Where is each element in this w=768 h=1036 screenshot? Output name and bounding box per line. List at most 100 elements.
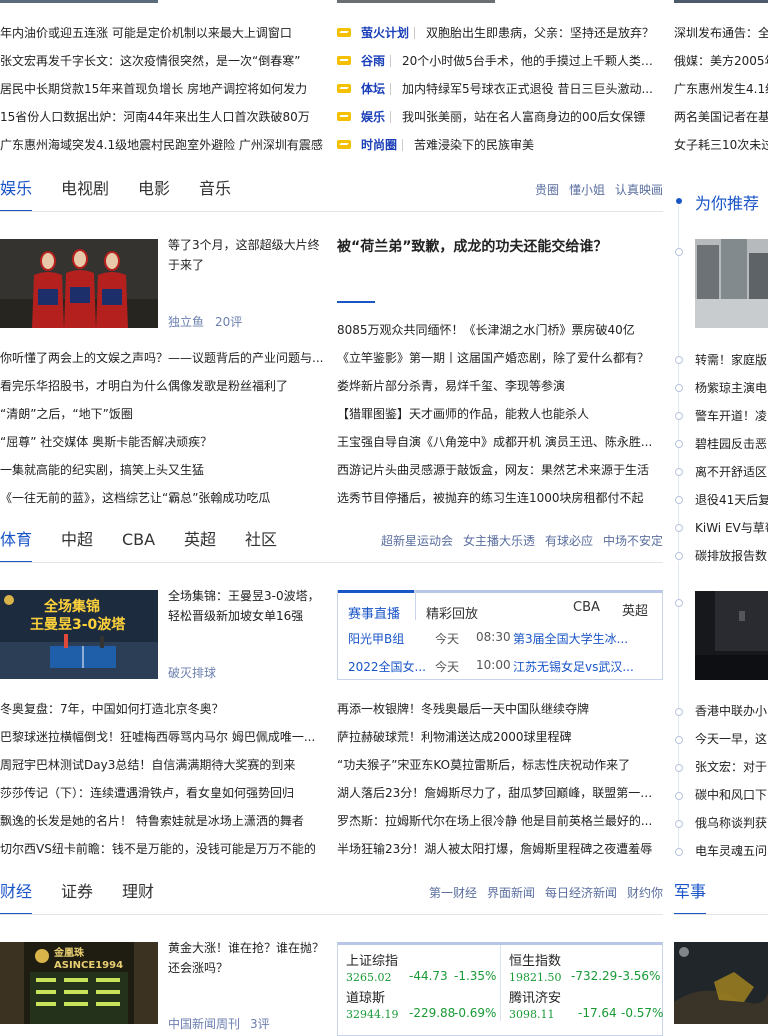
news-item[interactable]: 我叫张美丽，站在名人富商身边的00后女保镖 xyxy=(402,110,658,124)
news-item[interactable]: 罗杰斯：拉姆斯代尔在场上很冷静 他是目前英格兰最好的... xyxy=(337,814,655,828)
news-item[interactable]: “功夫猴子”宋亚东KO莫拉雷斯后，标志性庆祝动作来了 xyxy=(337,758,662,772)
link-renzhen-yinghua[interactable]: 认真映画 xyxy=(615,183,663,197)
news-item[interactable]: 广东惠州发生4.1级 xyxy=(674,82,768,96)
featured-image-gold-store[interactable]: 金凰珠 ASINCE1994 xyxy=(0,942,158,1024)
news-item[interactable]: 两名美国记者在基 xyxy=(674,110,768,124)
link-female-host-lottery[interactable]: 女主播大乐透 xyxy=(463,534,535,548)
link-yicai[interactable]: 第一财经 xyxy=(429,886,477,900)
news-tag[interactable]: 娱乐 xyxy=(361,110,385,124)
tab-music[interactable]: 音乐 xyxy=(199,179,231,199)
news-item[interactable]: 【猎罪图鉴】天才画师的作品，能救人也能杀人 xyxy=(337,407,657,421)
league-filter-cba[interactable]: CBA xyxy=(573,600,600,615)
featured-image-table-tennis[interactable]: 全场集锦 王曼昱3-0波塔 xyxy=(0,590,158,679)
tab-community[interactable]: 社区 xyxy=(245,530,277,550)
featured-comments[interactable]: 20评 xyxy=(215,315,242,329)
match-row-title[interactable]: 第3届全国大学生冰... xyxy=(513,630,628,647)
news-item[interactable]: 切尔西VS纽卡前瞻：钱不是万能的，没钱可能是万万不能的 xyxy=(0,842,325,856)
sidebar-news-item[interactable]: 退役41天后复 xyxy=(695,493,768,507)
military-title[interactable]: 军事 xyxy=(674,882,706,902)
tab-epl[interactable]: 英超 xyxy=(184,530,216,550)
news-item[interactable]: 加内特绿军5号球衣正式退役 昔日三巨头激动... xyxy=(402,82,654,96)
news-item[interactable]: 再添一枚银牌！冬残奥最后一天中国队继续夺牌 xyxy=(337,702,662,716)
featured-title[interactable]: 黄金大涨！谁在抢？谁在抛？还会涨吗？ xyxy=(168,938,328,978)
match-row-league[interactable]: 阳光甲B组 xyxy=(348,630,404,647)
news-tag[interactable]: 萤火计划 xyxy=(361,26,409,40)
tab-tv-series[interactable]: 电视剧 xyxy=(61,179,109,199)
sidebar-news-item[interactable]: KiWi EV与草莓 xyxy=(695,521,768,535)
stock-name[interactable]: 恒生指数 xyxy=(509,950,561,969)
news-item[interactable]: 张文宏再发千字长文：这次疫情很突然，是一次“倒春寒” xyxy=(0,54,325,68)
headline[interactable]: 被“荷兰弟”致歉，成龙的功夫还能交给谁？ xyxy=(337,238,607,256)
league-filter-epl[interactable]: 英超 xyxy=(622,600,648,619)
news-item[interactable]: 女子耗三10次未过 xyxy=(674,138,768,152)
news-item[interactable]: 双胞胎出生即患病，父亲：坚持还是放弃？ xyxy=(426,26,662,40)
top-right-image-edge[interactable] xyxy=(674,0,768,3)
news-item[interactable]: 《一往无前的蓝》，这档综艺让“霸总”张翰成功吃瓜 xyxy=(0,491,325,505)
featured-title[interactable]: 全场集锦：王曼昱3-0波塔，轻松晋级新加坡女单16强 xyxy=(168,586,324,626)
link-youqiu-biying[interactable]: 有球必应 xyxy=(545,534,593,548)
tab-sports[interactable]: 体育 xyxy=(0,530,32,550)
tab-wealth[interactable]: 理财 xyxy=(122,882,154,902)
sidebar-news-item[interactable]: 香港中联办小 xyxy=(695,704,768,718)
link-guiquan[interactable]: 贵圈 xyxy=(535,183,559,197)
tab-movies[interactable]: 电影 xyxy=(138,179,170,199)
news-item[interactable]: 湖人落后23分！詹姆斯尽力了，甜瓜梦回巅峰，联盟第一太狠 xyxy=(337,786,663,800)
stock-name[interactable]: 道琼斯 xyxy=(346,987,385,1006)
news-item[interactable]: 王宝强自导自演《八角笼中》成都开机 演员王迅、陈永胜... xyxy=(337,435,653,449)
news-item[interactable]: 苦难浸染下的民族审美 xyxy=(414,138,654,152)
tab-replay[interactable]: 精彩回放 xyxy=(426,603,478,622)
tab-live[interactable]: 赛事直播 xyxy=(348,603,400,622)
stock-name[interactable]: 腾讯济安 xyxy=(509,987,561,1006)
featured-source[interactable]: 独立鱼 xyxy=(168,315,204,329)
news-item[interactable]: 居民中长期贷款15年来首现负增长 房地产调控将如何发力 xyxy=(0,82,325,96)
sidebar-news-item[interactable]: 碧桂园反击恶 xyxy=(695,437,768,451)
news-item[interactable]: “清朗”之后，“地下”饭圈 xyxy=(0,407,325,421)
news-item[interactable]: 一集就高能的纪实剧，搞笑上头又生猛 xyxy=(0,463,325,477)
link-zhongchang-buanding[interactable]: 中场不安定 xyxy=(603,534,663,548)
sidebar-image-buildings[interactable] xyxy=(695,239,768,328)
news-item[interactable]: 巴黎球迷拉横幅倒戈！狂嘘梅西辱骂内马尔 姆巴佩成唯一... xyxy=(0,730,318,744)
sidebar-image-military[interactable] xyxy=(674,942,768,1024)
news-item[interactable]: 广东惠州海域突发4.1级地震村民跑室外避险 广州深圳有震感 xyxy=(0,138,325,152)
news-tag[interactable]: 时尚圈 xyxy=(361,138,397,152)
news-item[interactable]: 《立竿鉴影》第一期丨这届国产婚恋剧，除了爱什么都有？ xyxy=(337,351,657,365)
featured-source[interactable]: 破灭排球 xyxy=(168,666,216,680)
top-left-image-edge[interactable] xyxy=(0,0,158,3)
news-item[interactable]: 20个小时做5台手术，他的手摸过上千颗人类的肺 xyxy=(402,54,662,68)
news-item[interactable]: 你听懂了两会上的文娱之声吗？——议题背后的产业问题与... xyxy=(0,351,325,365)
sidebar-news-item[interactable]: 碳中和风口下 xyxy=(695,788,768,802)
sidebar-image-dark-street[interactable] xyxy=(695,591,768,680)
featured-title[interactable]: 等了3个月，这部超级大片终于来了 xyxy=(168,235,324,275)
sidebar-news-item[interactable]: 离不开舒适区 xyxy=(695,465,768,479)
tab-securities[interactable]: 证券 xyxy=(61,882,93,902)
news-item[interactable]: 半场狂输23分！湖人被太阳打爆，詹姆斯里程碑之夜遭羞辱 xyxy=(337,842,662,856)
news-item[interactable]: 飘逸的长发是她的名片！ 特鲁索娃就是冰场上潇洒的舞者 xyxy=(0,814,325,828)
news-item[interactable]: 冬奥复盘：7年，中国如何打造北京冬奥？ xyxy=(0,702,325,716)
link-dongxiaojie[interactable]: 懂小姐 xyxy=(569,183,605,197)
news-item[interactable]: 年内油价或迎五连涨 可能是定价机制以来最大上调窗口 xyxy=(0,26,325,40)
news-tag[interactable]: 体坛 xyxy=(361,82,385,96)
sidebar-news-item[interactable]: 电车灵魂五问 xyxy=(695,844,768,858)
news-item[interactable]: 8085万观众共同缅怀！《长津湖之水门桥》票房破40亿 xyxy=(337,323,657,337)
featured-source[interactable]: 中国新闻周刊 xyxy=(168,1017,240,1031)
featured-comments[interactable]: 3评 xyxy=(250,1017,270,1031)
sidebar-news-item[interactable]: 杨紫琼主演电 xyxy=(695,381,768,395)
news-item[interactable]: 深圳发布通告：全 xyxy=(674,26,768,40)
link-supernova-games[interactable]: 超新星运动会 xyxy=(381,534,453,548)
featured-image-spiderman[interactable] xyxy=(0,239,158,328)
sidebar-news-item[interactable]: 碳排放报告数 xyxy=(695,549,768,563)
news-item[interactable]: 周冠宇巴林测试Day3总结！自信满满期待大奖赛的到来 xyxy=(0,758,325,772)
sidebar-news-item[interactable]: 转需！家庭版 xyxy=(695,353,768,367)
match-row-title[interactable]: 江苏无锡女足vs武汉... xyxy=(513,658,634,675)
news-item[interactable]: 萨拉赫破球荒！利物浦送达成2000球里程碑 xyxy=(337,730,662,744)
news-item[interactable]: 娄烨新片部分杀青，易烊千玺、李现等参演 xyxy=(337,379,657,393)
news-item[interactable]: 俄媒：美方2005年 xyxy=(674,54,768,68)
tab-entertainment[interactable]: 娱乐 xyxy=(0,179,32,199)
sidebar-news-item[interactable]: 今天一早，这 xyxy=(695,732,768,746)
tab-csl[interactable]: 中超 xyxy=(61,530,93,550)
news-item[interactable]: “屈尊” 社交媒体 奥斯卡能否解决顽疾？ xyxy=(0,435,325,449)
top-mid-image-edge[interactable] xyxy=(337,0,495,3)
sidebar-news-item[interactable]: 警车开道！凌 xyxy=(695,409,768,423)
sidebar-news-item[interactable]: 俄乌称谈判获 xyxy=(695,816,768,830)
news-item[interactable]: 选秀节目停播后，被抛弃的练习生连1000块房租都付不起 xyxy=(337,491,657,505)
